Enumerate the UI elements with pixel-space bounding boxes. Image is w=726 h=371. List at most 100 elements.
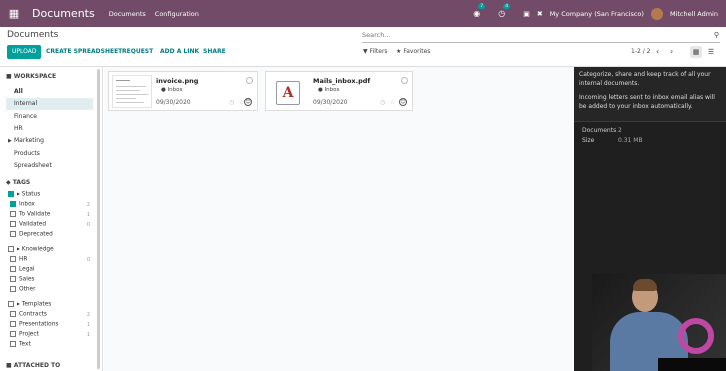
star-icon[interactable]: ☆ (390, 99, 395, 106)
checkbox[interactable] (10, 266, 16, 272)
tag-count: 1 (86, 322, 90, 328)
create-spreadsheet-button[interactable]: CREATE SPREADSHEET (46, 45, 122, 59)
folder-icon: ■ (6, 73, 12, 80)
pager-next-icon[interactable]: › (670, 45, 673, 59)
request-button[interactable]: REQUEST (122, 45, 153, 59)
tag-item[interactable]: Deprecated (10, 231, 53, 238)
menu-documents[interactable]: Documents (109, 10, 146, 18)
image-thumbnail (112, 75, 152, 108)
sidebar-item-marketing[interactable]: Marketing (14, 137, 44, 144)
favorites-button[interactable]: ★ Favorites (396, 45, 430, 59)
tag-count: 2 (86, 312, 90, 318)
breadcrumb: Documents (7, 30, 59, 40)
tag-group-templates[interactable]: ▸ Templates (8, 301, 51, 308)
tag-item[interactable]: Project (10, 331, 39, 338)
checkbox[interactable] (10, 211, 16, 217)
checkbox[interactable] (10, 311, 16, 317)
add-link-button[interactable]: ADD A LINK (160, 45, 199, 59)
checkbox[interactable] (8, 301, 14, 307)
tag-group-status[interactable]: ▸ Status (8, 191, 40, 198)
avatar[interactable] (650, 7, 663, 20)
search-input[interactable] (362, 31, 702, 39)
kanban-area: invoice.png ● Inbox 09/30/2020 ◷ ☆ ☺ A M… (104, 67, 574, 371)
tag-item[interactable]: Other (10, 286, 35, 293)
caret-right-icon[interactable]: ▶ (8, 138, 12, 144)
document-card[interactable]: invoice.png ● Inbox 09/30/2020 ◷ ☆ ☺ (108, 71, 258, 111)
checkbox[interactable] (10, 221, 16, 227)
tag-item[interactable]: Inbox (10, 201, 35, 208)
document-name[interactable]: invoice.png (156, 77, 198, 85)
checkbox[interactable] (8, 191, 14, 197)
tag-item[interactable]: HR (10, 256, 27, 263)
tag-label: Text (19, 341, 31, 348)
pager-previous-icon[interactable]: ‹ (656, 45, 659, 59)
activity-icon[interactable]: ☺ (244, 98, 252, 106)
tag-count: 1 (86, 332, 90, 338)
activity-icon[interactable]: ☺ (399, 98, 407, 106)
desk-shadow (658, 358, 726, 371)
activity-icon[interactable]: ◷ 4 (498, 4, 511, 18)
sidebar-item-spreadsheet[interactable]: Spreadsheet (14, 162, 52, 169)
inspector-intro-text-2: Incoming letters sent to inbox email ali… (579, 94, 715, 110)
sidebar-scrollbar[interactable] (97, 69, 100, 369)
filters-button[interactable]: ▼ Filters (363, 45, 388, 59)
checkbox[interactable] (10, 331, 16, 337)
tags-heading: ◆ TAGS (6, 179, 30, 186)
checkbox[interactable] (10, 231, 16, 237)
share-button[interactable]: SHARE (203, 45, 226, 59)
pager-value[interactable]: 1-2 / 2 (631, 45, 650, 59)
tag-group-knowledge[interactable]: ▸ Knowledge (8, 246, 54, 253)
tag-item[interactable]: Validated (10, 221, 46, 228)
documents-count-label: Documents (582, 127, 617, 134)
sidebar-item-products[interactable]: Products (14, 150, 40, 157)
checkbox[interactable] (10, 276, 16, 282)
sidebar-item-hr[interactable]: HR (14, 125, 23, 132)
tag-count: 0 (86, 222, 90, 228)
tag-label: To Validate (19, 211, 51, 218)
clock-icon[interactable]: ◷ (229, 99, 234, 106)
clock-icon[interactable]: ◷ (380, 99, 385, 106)
grid-icon[interactable]: ▦ (4, 7, 24, 20)
select-radio[interactable] (246, 77, 253, 84)
chat-icon[interactable]: ◉ 7 (473, 4, 486, 18)
settings-icon[interactable]: ✖ (537, 10, 543, 18)
attached-heading: ■ ATTACHED TO (6, 362, 60, 369)
app-title[interactable]: Documents (32, 7, 95, 20)
tag-item[interactable]: Sales (10, 276, 34, 283)
sidebar-item-internal[interactable]: Internal (6, 98, 93, 110)
checkbox[interactable] (10, 256, 16, 262)
checkbox[interactable] (10, 201, 16, 207)
menu-configuration[interactable]: Configuration (155, 10, 199, 18)
checkbox[interactable] (10, 321, 16, 327)
sidebar-item-all[interactable]: All (14, 88, 23, 95)
document-card[interactable]: A Mails_inbox.pdf ● Inbox 09/30/2020 ◷ ☆… (265, 71, 413, 111)
document-tag-label: Inbox (324, 87, 340, 93)
company-switcher[interactable]: My Company (San Francisco) (550, 10, 644, 18)
document-name[interactable]: Mails_inbox.pdf (313, 77, 370, 85)
sidebar-item-finance[interactable]: Finance (14, 113, 37, 120)
select-radio[interactable] (401, 77, 408, 84)
attached-title: ATTACHED TO (13, 362, 61, 369)
checkbox[interactable] (10, 286, 16, 292)
list-view-icon[interactable]: ☰ (705, 46, 717, 58)
tag-icon: ◆ (6, 179, 11, 186)
tag-label: Other (19, 286, 36, 293)
tag-item[interactable]: Legal (10, 266, 35, 273)
kanban-view-icon[interactable]: ▦ (690, 46, 702, 58)
tag-item[interactable]: Contracts (10, 311, 47, 318)
checkbox[interactable] (10, 341, 16, 347)
tag-item[interactable]: Text (10, 341, 31, 348)
tag-item[interactable]: To Validate (10, 211, 50, 218)
documents-count-value: 2 (618, 127, 622, 134)
favorites-label: Favorites (403, 48, 431, 55)
search-icon[interactable]: ⚲ (714, 31, 719, 39)
sidebar: ■ WORKSPACE All Internal Finance HR ▶ Ma… (0, 67, 103, 371)
checkbox[interactable] (8, 246, 14, 252)
upload-button[interactable]: UPLOAD (7, 45, 42, 59)
user-menu[interactable]: Mitchell Admin (670, 10, 718, 18)
tag-item[interactable]: Presentations (10, 321, 58, 328)
tag-label: Legal (19, 266, 35, 273)
camera-icon[interactable]: ▣ (523, 10, 530, 18)
presenter-hair (633, 279, 657, 291)
control-panel: Documents ⚲ UPLOAD CREATE SPREADSHEET RE… (0, 27, 726, 67)
